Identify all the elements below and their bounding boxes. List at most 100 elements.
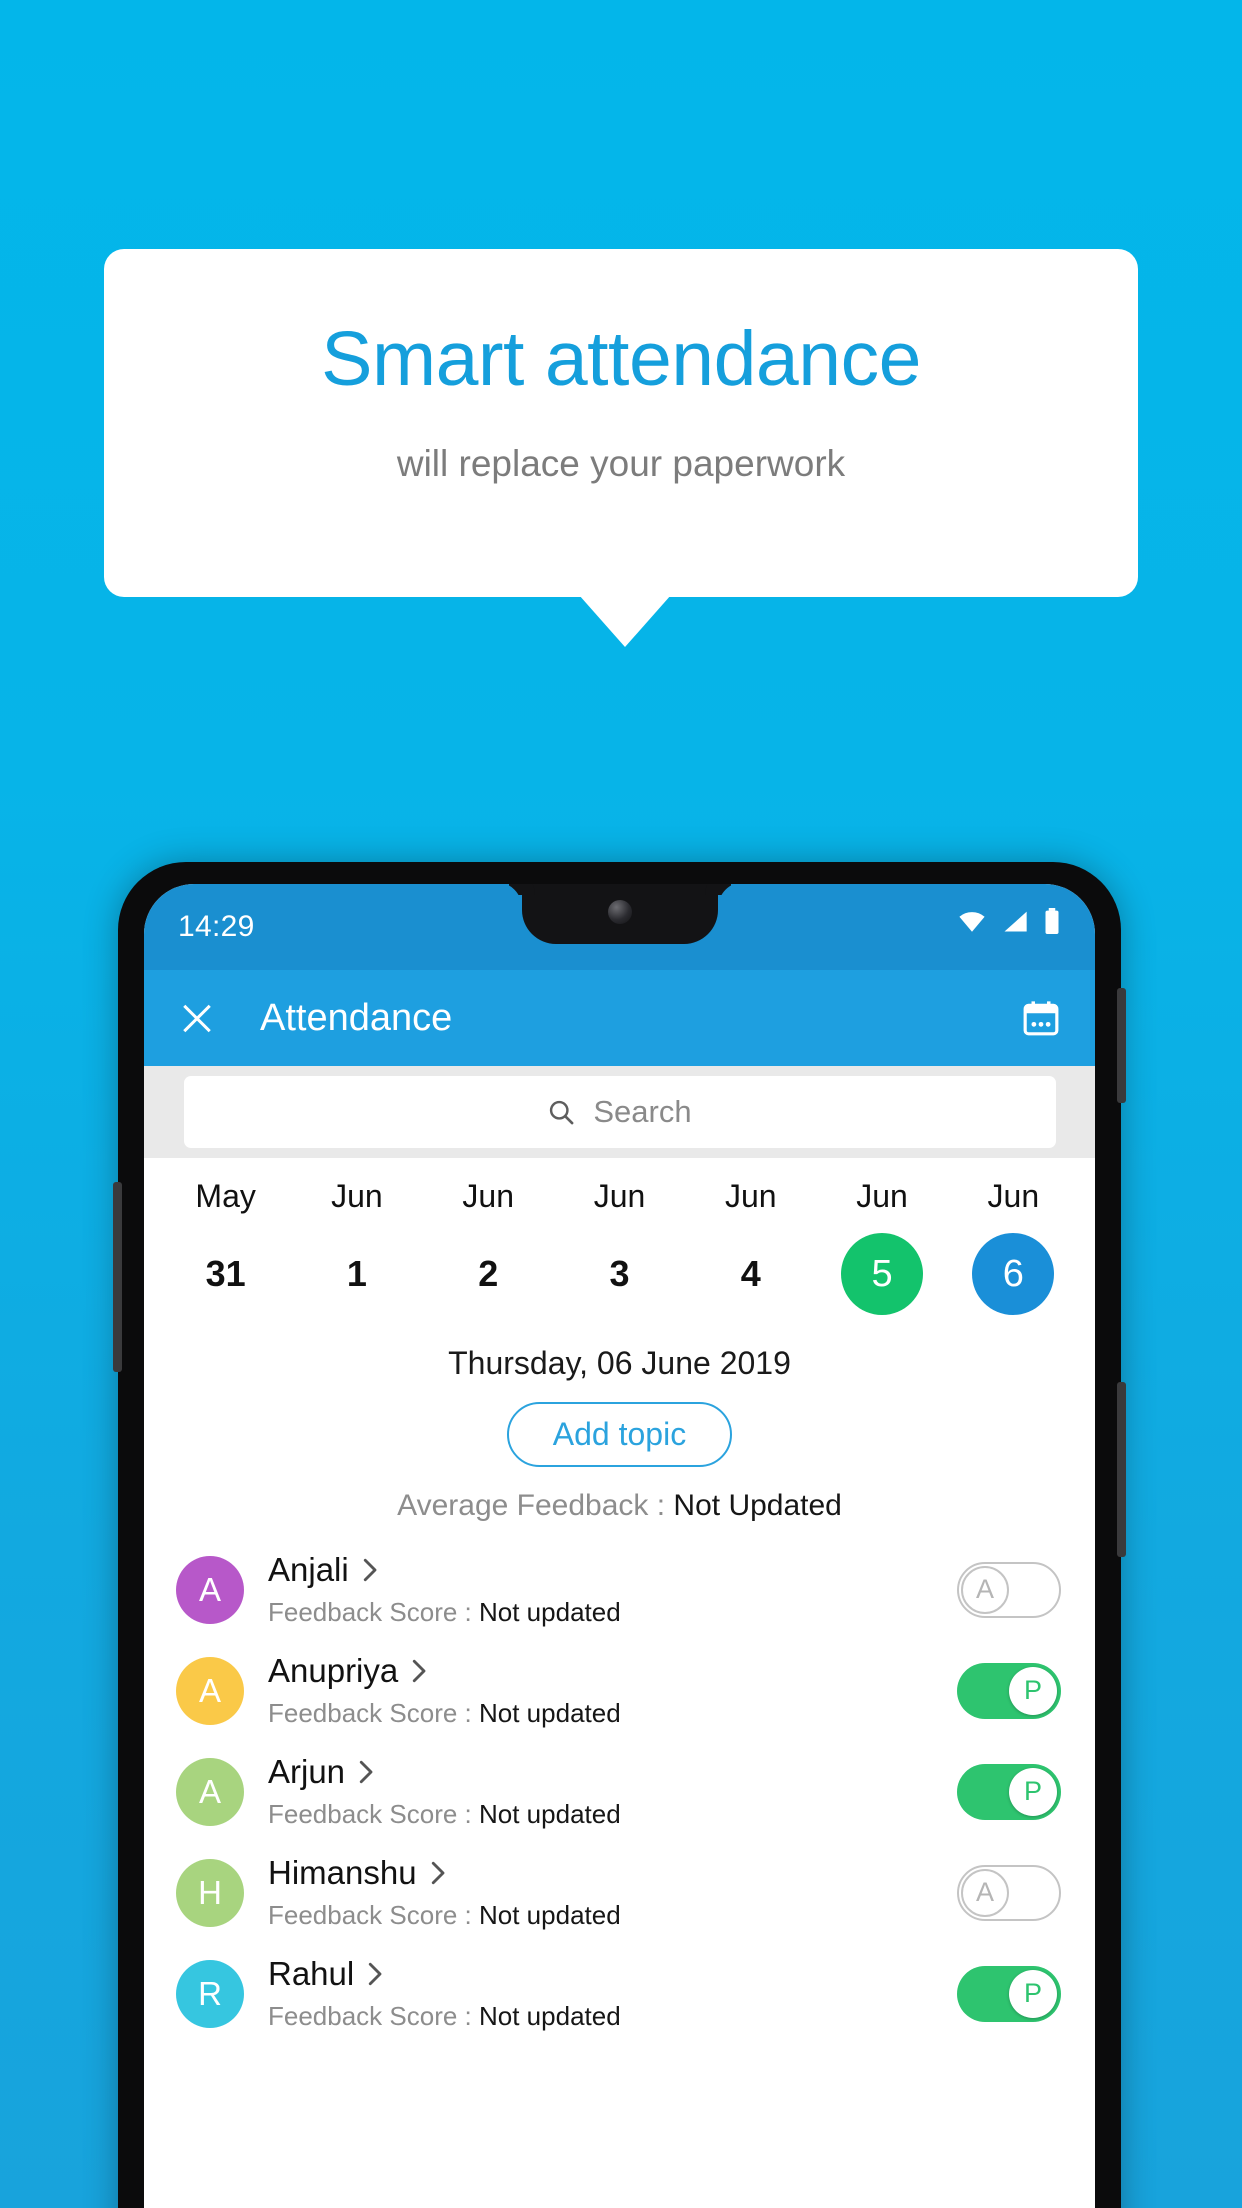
feedback-score-line: Feedback Score : Not updated [268,1597,957,1628]
date-day-number: 2 [478,1253,499,1294]
date-cell[interactable]: Jun 4 [685,1178,816,1315]
search-bar-container: Search [144,1066,1095,1158]
attendance-toggle-knob: P [1009,1969,1057,2018]
date-month-label: Jun [724,1178,777,1214]
student-name-line: Anupriya [268,1652,957,1690]
average-feedback-value: Not Updated [673,1489,842,1522]
chevron-right-icon[interactable] [412,1659,427,1683]
date-cell[interactable]: Jun 2 [423,1178,554,1315]
date-month-label: Jun [987,1178,1040,1214]
chevron-right-icon[interactable] [431,1861,446,1885]
feedback-score-label: Feedback Score : [268,1597,479,1627]
feedback-score-label: Feedback Score : [268,1900,479,1930]
date-month-label: Jun [856,1178,908,1214]
promo-subtitle: will replace your paperwork [396,443,846,484]
chevron-right-icon[interactable] [368,1962,383,1986]
student-row[interactable]: A Anupriya Feedback Score : Not updated P [144,1640,1095,1741]
feedback-score-value: Not updated [479,1597,621,1627]
date-cell[interactable]: Jun 6 [948,1178,1079,1315]
student-name-line: Arjun [268,1753,957,1791]
date-month-label: Jun [331,1178,383,1214]
search-placeholder: Search [593,1094,692,1129]
student-info: Rahul Feedback Score : Not updated [268,1955,957,2032]
feedback-score-value: Not updated [479,1698,621,1728]
student-name-line: Rahul [268,1955,957,1993]
feedback-score-line: Feedback Score : Not updated [268,1900,957,1931]
attendance-toggle-knob: P [1009,1767,1057,1816]
student-info: Himanshu Feedback Score : Not updated [268,1854,957,1931]
phone-volume-button-left[interactable] [113,1182,122,1372]
student-name: Arjun [268,1753,346,1790]
date-strip[interactable]: May 31 Jun 1 Jun 2 Jun 3 Jun 4 Jun 5 Jun 6 [144,1158,1095,1325]
front-camera-icon [607,900,632,924]
student-name: Anupriya [268,1652,399,1689]
student-name-line: Himanshu [268,1854,957,1892]
phone-screen: 14:29 Attendance Search May 31 Jun 1 Jun… [144,884,1095,2208]
feedback-score-label: Feedback Score : [268,2001,479,2031]
wifi-icon [959,912,985,932]
avatar: A [176,1555,244,1624]
date-day-number: 3 [609,1253,630,1294]
close-icon[interactable] [176,997,218,1039]
student-row[interactable]: R Rahul Feedback Score : Not updated P [144,1943,1095,2044]
attendance-toggle[interactable]: P [957,1662,1061,1719]
search-icon [550,1100,574,1125]
date-cell[interactable]: Jun 3 [554,1178,685,1315]
feedback-score-label: Feedback Score : [268,1799,479,1829]
add-topic-button[interactable]: Add topic [506,1402,733,1467]
student-name: Rahul [268,1955,355,1992]
feedback-score-value: Not updated [479,2001,621,2031]
feedback-score-label: Feedback Score : [268,1698,479,1728]
avatar: A [176,1757,244,1826]
feedback-score-value: Not updated [479,1900,621,1930]
attendance-toggle[interactable]: A [957,1561,1061,1618]
feedback-score-line: Feedback Score : Not updated [268,1698,957,1729]
date-day-number: 6 [972,1233,1055,1315]
chevron-right-icon[interactable] [363,1558,378,1582]
attendance-toggle[interactable]: P [957,1763,1061,1820]
search-input[interactable]: Search [183,1076,1056,1148]
date-day-number: 31 [205,1253,246,1294]
phone-bezel: 14:29 Attendance Search May 31 Jun 1 Jun… [144,884,1095,2208]
feedback-score-line: Feedback Score : Not updated [268,2001,957,2032]
average-feedback: Average Feedback : Not Updated [144,1489,1095,1523]
status-bar-icons [957,908,1061,934]
attendance-toggle-knob: A [961,1565,1009,1614]
date-day-number: 5 [841,1233,924,1315]
avatar: A [176,1656,244,1725]
attendance-toggle[interactable]: P [957,1965,1061,2022]
status-bar: 14:29 [144,884,1095,970]
phone-volume-button-right[interactable] [1117,1382,1126,1557]
battery-icon [1045,908,1059,934]
promo-screenshot: Smart attendance will replace your paper… [0,0,1242,2208]
promo-callout-card: Smart attendance will replace your paper… [104,249,1138,597]
student-row[interactable]: A Anjali Feedback Score : Not updated A [144,1539,1095,1640]
chevron-right-icon[interactable] [359,1760,374,1784]
date-month-label: Jun [462,1178,514,1214]
callout-tail [579,595,671,647]
date-cell[interactable]: Jun 1 [291,1178,422,1315]
date-month-label: May [195,1178,256,1214]
add-topic-row: Add topic [144,1402,1095,1467]
phone-power-button[interactable] [1117,988,1126,1103]
student-list: A Anjali Feedback Score : Not updated A A Anu… [144,1539,1095,2044]
student-row[interactable]: A Arjun Feedback Score : Not updated P [144,1741,1095,1842]
selected-date-label: Thursday, 06 June 2019 [448,1345,791,1381]
avatar: R [176,1959,244,2028]
date-cell[interactable]: May 31 [160,1178,291,1315]
attendance-toggle[interactable]: A [957,1864,1061,1921]
feedback-score-value: Not updated [479,1799,621,1829]
date-day-number: 4 [740,1253,761,1294]
date-day-number: 1 [346,1253,367,1294]
date-cell[interactable]: Jun 5 [816,1178,947,1315]
feedback-score-line: Feedback Score : Not updated [268,1799,957,1830]
calendar-icon[interactable] [1021,999,1061,1037]
avatar: H [176,1858,244,1927]
student-name: Anjali [268,1551,349,1588]
student-name-line: Anjali [268,1551,957,1589]
app-bar: Attendance [144,970,1095,1066]
student-row[interactable]: H Himanshu Feedback Score : Not updated A [144,1842,1095,1943]
signal-icon [1004,911,1027,932]
phone-notch [521,884,718,944]
page-title: Attendance [260,996,453,1039]
